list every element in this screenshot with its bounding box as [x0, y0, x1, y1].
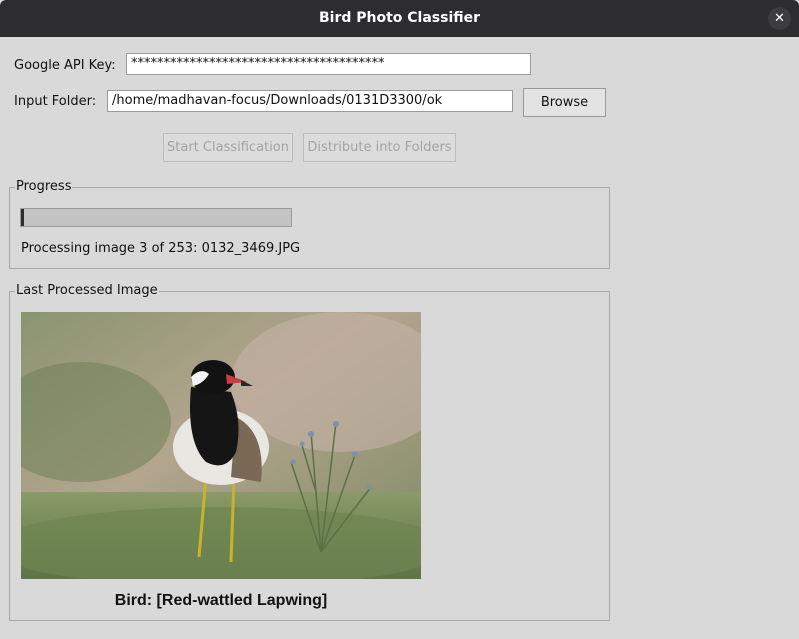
progress-group [9, 187, 610, 269]
last-image-group-label: Last Processed Image [15, 283, 159, 298]
progress-status-text: Processing image 3 of 253: 0132_3469.JPG [21, 241, 301, 256]
browse-button[interactable]: Browse [523, 88, 606, 117]
api-key-input[interactable]: *************************************** [126, 53, 531, 75]
input-folder-label: Input Folder: [14, 94, 97, 109]
title-bar: Bird Photo Classifier ✕ [0, 0, 799, 37]
distribute-folders-button[interactable]: Distribute into Folders [303, 133, 456, 162]
api-key-label: Google API Key: [14, 58, 116, 73]
close-icon[interactable]: ✕ [768, 7, 791, 30]
progress-bar-fill [21, 209, 25, 226]
input-folder-input[interactable]: /home/madhavan-focus/Downloads/0131D3300… [107, 90, 513, 112]
start-classification-button[interactable]: Start Classification [163, 133, 293, 162]
window-title: Bird Photo Classifier [318, 10, 481, 26]
bird-photo [21, 312, 421, 579]
progress-bar [20, 208, 292, 227]
classification-caption: Bird: [Red-wattled Lapwing] [114, 592, 328, 609]
progress-group-label: Progress [15, 179, 73, 194]
